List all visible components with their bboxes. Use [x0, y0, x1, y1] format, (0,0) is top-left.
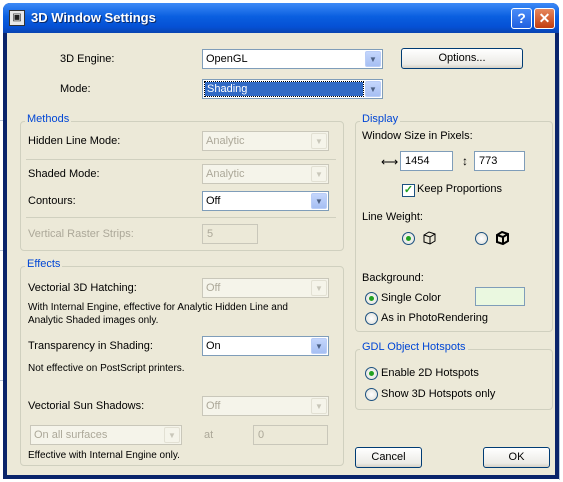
mode-select[interactable]: Shading ▼	[202, 79, 383, 99]
gdl-group	[355, 349, 553, 410]
enable-2d-hotspots-radio[interactable]	[365, 367, 378, 380]
photo-rendering-label: As in PhotoRendering	[381, 312, 489, 324]
hatching-label: Vectorial 3D Hatching:	[28, 282, 137, 294]
chevron-down-icon: ▼	[311, 280, 327, 296]
photo-rendering-radio[interactable]	[365, 312, 378, 325]
chevron-down-icon: ▼	[311, 133, 327, 149]
enable-2d-hotspots-label: Enable 2D Hotspots	[381, 367, 479, 379]
transparency-note: Not effective on PostScript printers.	[28, 363, 185, 374]
width-field[interactable]: 1454	[400, 151, 453, 171]
divider	[26, 159, 336, 160]
hidden-line-label: Hidden Line Mode:	[28, 135, 121, 147]
height-field[interactable]: 773	[474, 151, 525, 171]
transparency-label: Transparency in Shading:	[28, 340, 153, 352]
divider	[26, 217, 336, 218]
chevron-down-icon: ▼	[311, 193, 327, 209]
chevron-down-icon: ▼	[164, 427, 180, 443]
close-button[interactable]: ✕	[534, 8, 555, 29]
show-3d-hotspots-label: Show 3D Hotspots only	[381, 388, 496, 400]
width-arrow-icon: ⟷	[381, 155, 399, 169]
contours-select[interactable]: Off ▼	[202, 191, 329, 211]
chevron-down-icon: ▼	[365, 51, 381, 67]
hatching-select[interactable]: Off ▼	[202, 278, 329, 298]
mode-label: Mode:	[60, 83, 91, 95]
effects-title: Effects	[25, 258, 63, 270]
options-button[interactable]: Options...	[401, 48, 523, 69]
background-label: Background:	[362, 272, 424, 284]
show-3d-hotspots-radio[interactable]	[365, 388, 378, 401]
app-icon: ▣	[9, 10, 25, 26]
shaded-mode-label: Shaded Mode:	[28, 168, 100, 180]
raster-strips-field[interactable]: 5	[202, 224, 258, 244]
sun-shadows-note: Effective with Internal Engine only.	[28, 450, 180, 461]
at-label: at	[204, 429, 214, 441]
methods-title: Methods	[25, 113, 72, 125]
surfaces-select[interactable]: On all surfaces ▼	[30, 425, 182, 445]
single-color-label: Single Color	[381, 292, 441, 304]
chevron-down-icon: ▼	[365, 81, 381, 97]
shaded-mode-select[interactable]: Analytic ▼	[202, 164, 329, 184]
window-title: 3D Window Settings	[31, 10, 156, 25]
cancel-button[interactable]: Cancel	[355, 447, 422, 468]
line-weight-label: Line Weight:	[362, 211, 423, 223]
thick-cube-icon	[496, 230, 509, 246]
line-weight-thick-radio[interactable]	[475, 232, 488, 245]
window-size-label: Window Size in Pixels:	[362, 130, 473, 142]
height-arrow-icon: ↕	[462, 154, 468, 168]
hidden-line-select[interactable]: Analytic ▼	[202, 131, 329, 151]
dialog-body: 3D Engine: OpenGL ▼ Options... Mode: Sha…	[7, 33, 555, 475]
background-color-swatch[interactable]	[475, 287, 525, 306]
chevron-down-icon: ▼	[311, 398, 327, 414]
at-field[interactable]: 0	[253, 425, 328, 445]
dialog-window: ▣ 3D Window Settings ? ✕ 3D Engine: Open…	[3, 3, 559, 479]
transparency-select[interactable]: On ▼	[202, 336, 329, 356]
ok-button[interactable]: OK	[483, 447, 550, 468]
hatching-note: With Internal Engine, effective for Anal…	[28, 302, 288, 326]
sun-shadows-select[interactable]: Off ▼	[202, 396, 329, 416]
chevron-down-icon: ▼	[311, 166, 327, 182]
display-title: Display	[360, 113, 401, 125]
wireframe-cube-icon	[423, 231, 436, 245]
line-weight-thin-radio[interactable]	[402, 232, 415, 245]
engine-label: 3D Engine:	[60, 53, 115, 65]
keep-proportions-checkbox[interactable]: ✓	[402, 184, 415, 197]
chevron-down-icon: ▼	[311, 338, 327, 354]
keep-proportions-label: Keep Proportions	[417, 183, 502, 195]
single-color-radio[interactable]	[365, 292, 378, 305]
raster-strips-label: Vertical Raster Strips:	[28, 228, 134, 240]
engine-select[interactable]: OpenGL ▼	[202, 49, 383, 69]
gdl-title: GDL Object Hotspots	[360, 341, 468, 353]
title-bar[interactable]: ▣ 3D Window Settings ? ✕	[3, 3, 559, 33]
help-button[interactable]: ?	[511, 8, 532, 29]
contours-label: Contours:	[28, 195, 76, 207]
sun-shadows-label: Vectorial Sun Shadows:	[28, 400, 145, 412]
